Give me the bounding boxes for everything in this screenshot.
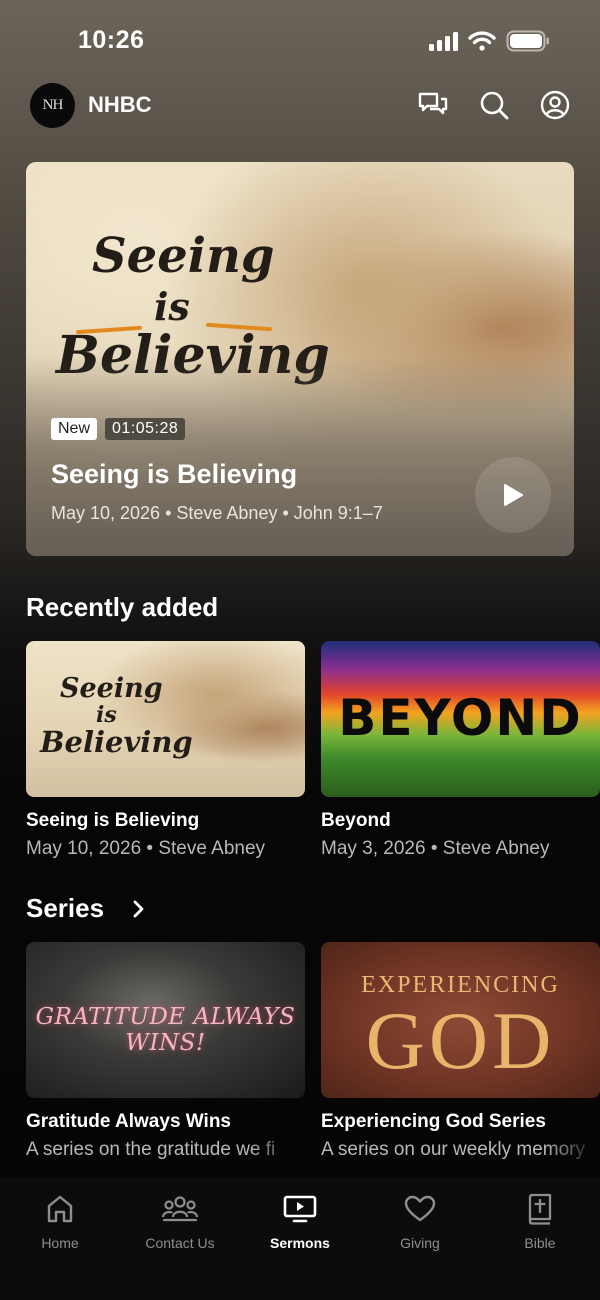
cellular-signal-icon (429, 31, 458, 51)
status-time: 10:26 (78, 26, 145, 54)
tab-label: Giving (400, 1235, 440, 1251)
new-badge: New (51, 418, 98, 440)
hero-title: Seeing is Believing (51, 459, 298, 489)
thumbnail-art-title: BEYOND (338, 689, 583, 747)
tv-play-icon (283, 1192, 317, 1226)
play-icon (504, 484, 523, 506)
home-icon (46, 1192, 74, 1226)
tab-label: Contact Us (145, 1235, 215, 1251)
status-icons (429, 30, 550, 52)
featured-sermon-card[interactable]: Seeing is Believing New 01:05:28 Seeing … (26, 162, 574, 556)
series-description: A series on our weekly memory (321, 1139, 585, 1160)
app-header: NH NHBC (30, 82, 570, 128)
tab-label: Bible (524, 1235, 556, 1251)
sermon-title: Seeing is Believing (26, 810, 200, 831)
people-icon (161, 1192, 199, 1226)
sermon-thumbnail: Seeing is Believing (26, 641, 305, 797)
heart-icon (404, 1192, 436, 1226)
series-title: Experiencing God Series (321, 1111, 546, 1132)
wifi-icon (468, 31, 496, 51)
tab-contact-us[interactable]: Contact Us (120, 1192, 240, 1300)
hero-badges: New 01:05:28 (51, 418, 186, 440)
tab-bible[interactable]: Bible (480, 1192, 600, 1300)
thumbnail-art-line2: GOD (365, 995, 556, 1086)
series-card[interactable]: EXPERIENCING GOD Experiencing God Series… (321, 942, 600, 1161)
tab-label: Sermons (270, 1235, 330, 1251)
duration-badge: 01:05:28 (105, 418, 186, 440)
sermon-card[interactable]: Seeing is Believing Seeing is Believing … (26, 641, 305, 860)
bottom-tab-bar: Home Contact Us Sermons Giving Bible (0, 1178, 600, 1300)
series-card[interactable]: GRATITUDE ALWAYS WINS! Gratitude Always … (26, 942, 305, 1161)
hero-art-line2: is (154, 284, 190, 329)
thumbnail-art-title: Seeing is Believing (40, 673, 193, 759)
battery-icon (506, 30, 549, 52)
tab-label: Home (41, 1235, 79, 1251)
thumbnail-art-title: GRATITUDE ALWAYS WINS! (35, 1004, 296, 1056)
app-name: NHBC (88, 92, 152, 117)
series-heading[interactable]: Series (26, 893, 104, 924)
series-description: A series on the gratitude we fi (26, 1139, 276, 1160)
sermon-thumbnail: BEYOND (321, 641, 600, 797)
series-thumbnail: EXPERIENCING GOD (321, 942, 600, 1098)
tab-giving[interactable]: Giving (360, 1192, 480, 1300)
series-title: Gratitude Always Wins (26, 1111, 232, 1132)
tab-home[interactable]: Home (0, 1192, 120, 1300)
status-bar: 10:26 (0, 0, 600, 80)
tab-sermons[interactable]: Sermons (240, 1192, 360, 1300)
sermon-card[interactable]: BEYOND Beyond May 3, 2026 • Steve Abney (321, 641, 600, 860)
bible-icon (526, 1192, 554, 1226)
play-button[interactable] (475, 457, 551, 533)
series-thumbnail: GRATITUDE ALWAYS WINS! (26, 942, 305, 1098)
recently-added-heading: Recently added (26, 592, 219, 622)
profile-icon[interactable] (540, 90, 570, 120)
hero-meta: May 10, 2026 • Steve Abney • John 9:1–7 (51, 503, 383, 523)
hero-art-line1: Seeing (92, 228, 275, 284)
chat-icon[interactable] (418, 90, 448, 120)
sermon-subtitle: May 10, 2026 • Steve Abney (26, 838, 266, 859)
header-actions (418, 90, 570, 120)
search-icon[interactable] (479, 90, 509, 120)
church-logo[interactable]: NH (30, 82, 75, 128)
sermon-title: Beyond (321, 810, 391, 831)
chevron-right-icon[interactable] (132, 898, 146, 920)
sermon-subtitle: May 3, 2026 • Steve Abney (321, 838, 550, 859)
